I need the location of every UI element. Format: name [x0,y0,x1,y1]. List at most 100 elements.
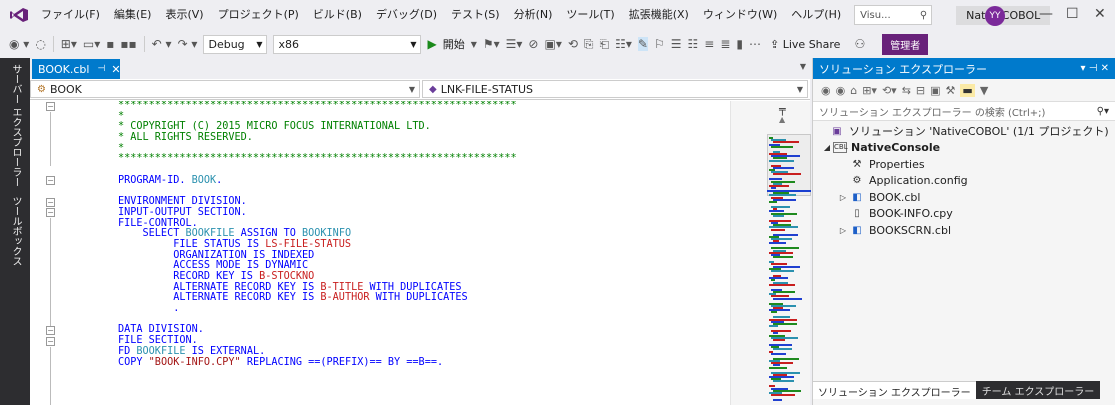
member-nav-dropdown[interactable]: ◆ LNK-FILE-STATUS ▼ [422,80,808,98]
vs-search-box[interactable]: Visu... ⚲ [854,5,933,25]
new-project-icon[interactable]: ⊞▾ [61,37,77,51]
fold-guide [50,218,51,328]
format-icon[interactable]: ☰▾ [506,37,523,51]
forward-icon[interactable]: ◌ [35,37,45,51]
start-dropdown-icon[interactable]: ▼ [471,40,477,49]
code-token: PROGRAM-ID. [118,174,192,186]
menu-view[interactable]: 表示(V) [158,0,210,30]
tree-node-book-cbl[interactable]: ▷ ◧ BOOK.cbl [813,189,1115,206]
align-left-icon[interactable]: ☰ [671,37,682,51]
publish-icon[interactable]: ⚑▾ [483,37,500,51]
menu-extensions[interactable]: 拡張機能(X) [622,0,696,30]
fold-toggle-icon[interactable]: − [46,176,55,185]
code-token: FD [118,345,137,357]
code-area[interactable]: − − − − − − ▷ **************************… [30,101,730,405]
menu-build[interactable]: ビルド(B) [306,0,369,30]
fold-toggle-icon[interactable]: − [46,198,55,207]
server-explorer-tab[interactable]: サーバー エクスプローラー [8,64,23,187]
menu-window[interactable]: ウィンドウ(W) [696,0,784,30]
feedback-icon[interactable]: ⚇ [854,37,865,51]
menu-test[interactable]: テスト(S) [444,0,507,30]
fold-toggle-icon[interactable]: − [46,102,55,111]
home-icon[interactable]: ⌂ [850,84,857,97]
tree-node-bookscrn-cbl[interactable]: ▷ ◧ BOOKSCRN.cbl [813,222,1115,239]
panel-controls-icon[interactable]: ▾ ⊣ ✕ [1081,63,1109,74]
live-share-button[interactable]: ⇪ Live Share [770,38,840,51]
expand-arrow-icon[interactable]: ▷ [837,226,849,235]
more-icon[interactable]: ⋯ [749,37,761,51]
close-icon[interactable]: ✕ [1094,6,1106,22]
start-button-label[interactable]: 開始 [443,36,465,52]
back-icon[interactable]: ◉ ▾ [9,37,29,51]
tab-dropdown-icon[interactable]: ▼ [800,62,806,71]
menu-help[interactable]: ヘルプ(H) [784,0,848,30]
copy-icon[interactable]: ⎘ [584,37,594,52]
undo-icon[interactable]: ↶ ▾ [152,37,172,51]
menu-analyze[interactable]: 分析(N) [507,0,560,30]
tree-node-application-config[interactable]: ⚙ Application.config [813,173,1115,190]
uncomment-icon[interactable]: ≣ [720,37,730,51]
redo-icon[interactable]: ↷ ▾ [178,37,198,51]
document-tab-book-cbl[interactable]: BOOK.cbl ⊣ ✕ [32,59,121,79]
user-avatar[interactable]: YY [985,6,1005,26]
solution-explorer-title: ソリューション エクスプローラー [819,62,987,76]
menu-debug[interactable]: デバッグ(D) [369,0,444,30]
highlight-icon[interactable]: ✎ [637,37,648,51]
filter-icon[interactable]: ▼ [980,84,988,97]
forward-icon[interactable]: ◉ [836,84,846,97]
configuration-select[interactable]: Debug ▼ [203,34,268,54]
tab-team-explorer[interactable]: チーム エクスプローラー [975,381,1101,399]
program-nav-dropdown[interactable]: ⚙ BOOK ▼ [30,80,420,98]
tree-node-project[interactable]: ◢ CBL NativeConsole [813,140,1115,157]
tree-node-solution[interactable]: ▣ ソリューション 'NativeCOBOL' (1/1 プロジェクト) [813,123,1115,140]
fold-toggle-icon[interactable]: − [46,337,55,346]
align-right-icon[interactable]: ☷ [688,37,699,51]
menu-tools[interactable]: ツール(T) [559,0,621,30]
toolbar-separator [143,36,145,52]
tree-node-properties[interactable]: ⚒ Properties [813,156,1115,173]
fold-toggle-icon[interactable]: − [46,208,55,217]
paste-icon[interactable]: ⎗ [600,37,610,52]
tree-node-book-info-cpy[interactable]: ▯ BOOK-INFO.cpy [813,206,1115,223]
save-icon[interactable]: ▪ [106,37,114,51]
map-preview-line [773,348,792,351]
fold-toggle-icon[interactable]: − [46,326,55,335]
collapse-all-icon[interactable]: ⊟ [916,84,925,97]
diagnostics-icon[interactable]: ▣▾ [544,37,561,51]
back-icon[interactable]: ◉ [821,84,831,97]
pin-icon[interactable]: ⊣ [97,64,105,74]
close-tab-icon[interactable]: ✕ [111,63,120,76]
show-all-files-icon[interactable]: ▣ [930,84,940,97]
comment-icon[interactable]: ≡ [704,37,714,51]
menu-project[interactable]: プロジェクト(P) [211,0,306,30]
flag-icon[interactable]: ▮ [736,37,743,51]
map-preview-line [769,242,786,245]
tree-node-label: Application.config [869,174,968,188]
toolbox-tab[interactable]: ツールボックス [8,196,23,266]
bookmark-icon[interactable]: ⚐ [654,37,665,51]
menu-file[interactable]: ファイル(F) [34,0,107,30]
step-icon[interactable]: ⟲ [568,37,578,51]
platform-select[interactable]: x86 ▼ [273,34,422,54]
maximize-icon[interactable]: ☐ [1066,6,1079,22]
scroll-up-icon[interactable]: ▲ [779,115,785,124]
save-all-icon[interactable]: ▪▪ [120,37,136,51]
solution-search-input[interactable]: ソリューション エクスプローラー の検索 (Ctrl+;) ⚲▾ [813,101,1115,121]
breakpoint-icon[interactable]: ⊘ [528,37,538,51]
tab-solution-explorer[interactable]: ソリューション エクスプローラー [813,381,976,399]
open-file-icon[interactable]: ▭▾ [83,37,100,51]
switch-views-icon[interactable]: ⊞▾ [862,84,877,97]
pending-changes-icon[interactable]: ⟲▾ [882,84,897,97]
solution-icon: ▣ [832,125,842,137]
map-scrollbar[interactable]: ╤ ▲ [730,101,811,405]
preview-icon[interactable]: ▬ [960,83,975,97]
expand-arrow-icon[interactable]: ▷ [837,193,849,202]
menu-edit[interactable]: 編集(E) [107,0,159,30]
start-play-icon[interactable]: ▶ [427,37,436,51]
indent-icon[interactable]: ☷▾ [615,37,632,51]
properties-icon[interactable]: ⚒ [946,84,956,97]
sync-icon[interactable]: ⇆ [902,84,911,97]
minimize-icon[interactable]: — [1039,6,1053,22]
member-nav-value: LNK-FILE-STATUS [440,82,533,96]
collapse-arrow-icon[interactable]: ◢ [821,143,833,152]
